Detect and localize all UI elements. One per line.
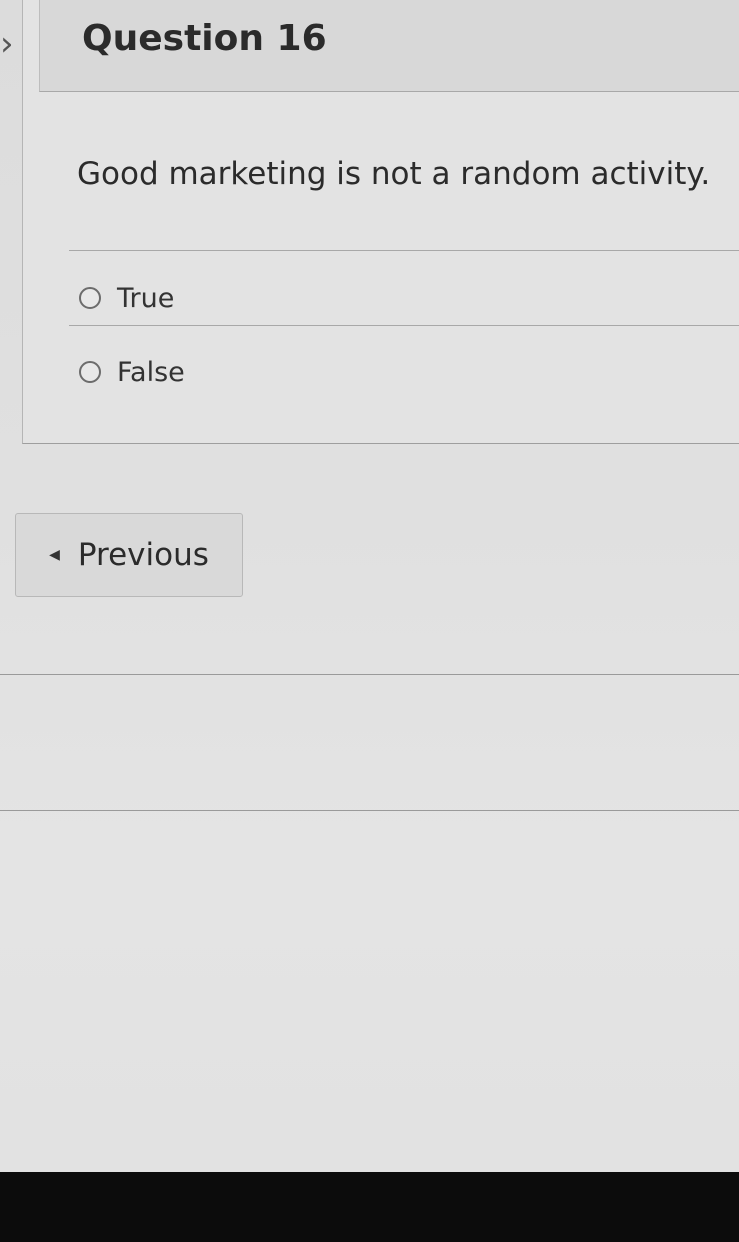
question-header: Question 16 bbox=[39, 0, 739, 92]
answer-option-false[interactable]: False bbox=[79, 350, 185, 394]
question-title: Question 16 bbox=[82, 18, 327, 59]
answer-divider bbox=[69, 325, 739, 326]
radio-button-true[interactable] bbox=[79, 287, 101, 309]
answer-label-true: True bbox=[117, 282, 175, 314]
answer-option-true[interactable]: True bbox=[79, 276, 174, 320]
question-card: Question 16 Good marketing is not a rand… bbox=[22, 0, 739, 444]
section-divider bbox=[0, 674, 739, 675]
radio-button-false[interactable] bbox=[79, 361, 101, 383]
section-divider bbox=[0, 810, 739, 811]
question-text: Good marketing is not a random activity. bbox=[77, 156, 711, 192]
caret-left-icon: ◀ bbox=[49, 547, 60, 563]
answer-divider bbox=[69, 250, 739, 251]
answer-label-false: False bbox=[117, 356, 185, 388]
previous-button-label: Previous bbox=[77, 537, 209, 573]
previous-button[interactable]: ◀ Previous bbox=[15, 513, 243, 597]
screen-bezel bbox=[0, 1172, 739, 1242]
